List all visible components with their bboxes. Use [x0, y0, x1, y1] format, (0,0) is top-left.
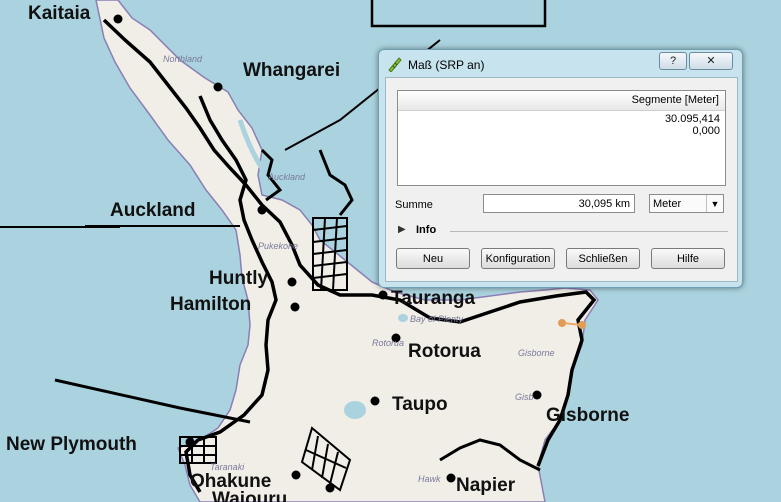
lake-rotorua [398, 314, 408, 322]
measure-point[interactable] [558, 319, 566, 327]
region-label: Auckland [267, 172, 306, 182]
region-label: Northland [163, 54, 203, 64]
expand-arrow-icon[interactable]: ▶ [398, 224, 406, 235]
city-label: Waiouru [212, 489, 287, 502]
city-label: Tauranga [391, 288, 476, 309]
region-label: Gisborne [518, 348, 555, 358]
configuration-button[interactable]: Konfiguration [481, 248, 555, 269]
ruler-icon [388, 57, 402, 72]
segment-value: 0,000 [692, 125, 720, 137]
info-section[interactable]: ▶ Info [398, 224, 728, 238]
sum-field[interactable]: 30,095 km [483, 194, 635, 213]
city-label: Kaitaia [28, 3, 91, 24]
city-label: New Plymouth [6, 434, 137, 455]
chevron-down-icon[interactable]: ▼ [706, 195, 723, 212]
unit-select[interactable]: Meter ▼ [649, 194, 724, 213]
unit-value: Meter [653, 198, 682, 210]
segment-value: 30.095,414 [664, 113, 720, 125]
segments-column-header[interactable]: Segmente [Meter] [398, 91, 725, 111]
sum-label: Summe [395, 199, 433, 211]
region-label: Hawk [418, 474, 441, 484]
region-label: Bay of Plenty [410, 314, 464, 324]
close-button[interactable]: Schließen [566, 248, 640, 269]
measure-dialog[interactable]: Maß (SRP an) ? ✕ Segmente [Meter] 30.095… [378, 49, 743, 288]
dialog-titlebar[interactable]: Maß (SRP an) ? ✕ [379, 50, 742, 77]
dialog-title: Maß (SRP an) [408, 58, 485, 72]
help-button[interactable]: Hilfe [651, 248, 725, 269]
city-label: Huntly [209, 268, 269, 289]
city-label: Auckland [110, 200, 196, 221]
city-label: Hamilton [170, 294, 251, 315]
city-label: Taupo [392, 394, 448, 415]
measure-point[interactable] [578, 321, 586, 329]
city-label: Rotorua [408, 341, 481, 362]
divider [450, 231, 728, 232]
small-place-label: Gisb [515, 392, 534, 402]
small-place-label: Pukekohe [258, 241, 298, 251]
dialog-content: Segmente [Meter] 30.095,414 0,000 Summe … [385, 77, 738, 282]
help-title-button[interactable]: ? [659, 52, 687, 70]
small-place-label: Rotorua [372, 338, 404, 348]
city-label: Whangarei [243, 60, 340, 81]
lake-taupo [344, 401, 366, 419]
segments-table[interactable]: Segmente [Meter] 30.095,414 0,000 [397, 90, 726, 186]
new-button[interactable]: Neu [396, 248, 470, 269]
info-label[interactable]: Info [416, 224, 436, 236]
city-label: Napier [456, 475, 516, 496]
city-label: Gisborne [546, 405, 629, 426]
close-title-button[interactable]: ✕ [689, 52, 733, 70]
